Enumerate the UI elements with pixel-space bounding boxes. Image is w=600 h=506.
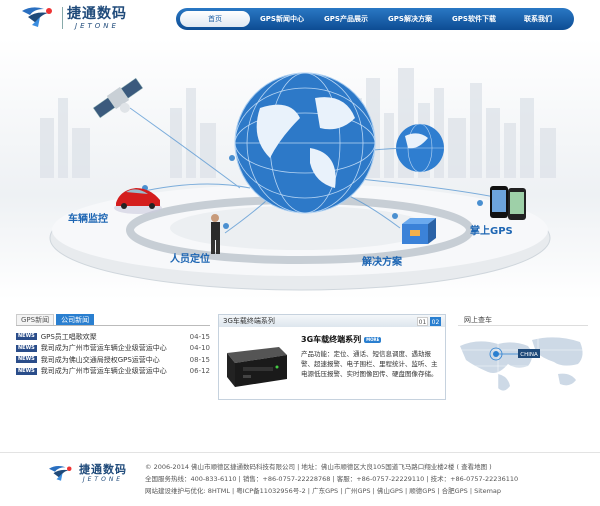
product-header: 3G车载终端系列 01 02 (219, 315, 445, 327)
map-china-label: CHINA (520, 352, 538, 358)
logo-name-en: JETONE (75, 22, 119, 30)
nav-home[interactable]: 首页 (180, 11, 250, 27)
vehicle-terminal-image[interactable] (223, 335, 289, 391)
news-badge: NEWS (16, 367, 37, 375)
tab-company-news[interactable]: 公司新闻 (56, 314, 95, 325)
site-logo[interactable]: 捷通数码 JETONE (18, 5, 127, 31)
news-panel: GPS新闻 公司新闻 NEWS GPS员工唱歌欢聚 04-15 NEWS 我司成… (16, 314, 210, 384)
world-map-icon[interactable]: CHINA (458, 326, 588, 398)
footer-logo-name-cn: 捷通数码 (79, 463, 127, 476)
pager-page-1[interactable]: 01 (417, 316, 428, 326)
nav-solutions[interactable]: GPS解决方案 (378, 14, 442, 24)
news-date: 04-10 (189, 344, 210, 353)
product-pager: 01 02 (417, 316, 441, 326)
product-name[interactable]: 3G车载终端系列 (301, 334, 361, 345)
logo-mark-icon (22, 7, 52, 27)
news-list: NEWS GPS员工唱歌欢聚 04-15 NEWS 我司成为广州市营运车辆企业级… (16, 331, 210, 377)
news-title[interactable]: 我司成为广州市营运车辆企业级营运中心 (41, 366, 190, 376)
vehicle-terminal-icon (227, 347, 287, 387)
small-globe-icon (396, 123, 444, 173)
map-title: 网上查车 (458, 314, 588, 326)
nav-news[interactable]: GPS新闻中心 (250, 14, 314, 24)
footer-links[interactable]: 网站建设维护与优化: 8HTML | 粤ICP备11032956号-2 | 广东… (145, 485, 518, 497)
footer-copyright: © 2006-2014 佛山市顺德区捷通数码科技有限公司 | 地址：佛山市顺德区… (145, 463, 492, 471)
list-item[interactable]: NEWS GPS员工唱歌欢聚 04-15 (16, 331, 210, 343)
list-item[interactable]: NEWS 我司成为佛山交通局授权GPS运营中心 08-15 (16, 354, 210, 366)
news-title[interactable]: GPS员工唱歌欢聚 (41, 332, 190, 342)
list-item[interactable]: NEWS 我司成为广州市营运车辆企业级营运中心 06-12 (16, 366, 210, 378)
hero-banner: 车辆监控 人员定位 解决方案 掌上GPS (0, 38, 600, 300)
car-icon (114, 188, 162, 214)
news-badge: NEWS (16, 356, 37, 364)
smartphone-icon (490, 186, 526, 220)
logo-name-cn: 捷通数码 (67, 6, 127, 22)
footer-logo-name-en: JETONE (82, 476, 124, 483)
news-badge: NEWS (16, 333, 37, 341)
pager-page-2[interactable]: 02 (430, 316, 441, 326)
satellite-icon (92, 77, 144, 119)
tab-gps-news[interactable]: GPS新闻 (16, 314, 55, 325)
news-date: 06-12 (189, 367, 210, 376)
nav-contact[interactable]: 联系我们 (506, 14, 570, 24)
solution-box-icon (402, 218, 436, 244)
globe-icon (234, 72, 376, 214)
list-item[interactable]: NEWS 我司成为广州市营运车辆企业级营运中心 04-10 (16, 343, 210, 355)
footer-logo-mark-icon (49, 465, 72, 481)
news-date: 04-15 (189, 332, 210, 341)
banner-label-handheld[interactable]: 掌上GPS (470, 222, 513, 237)
banner-label-person[interactable]: 人员定位 (170, 250, 210, 265)
product-showcase: 3G车载终端系列 01 02 3G车载终端系列 MORE 产品功能：定位、通话、… (218, 314, 446, 400)
main-nav: 首页 GPS新闻中心 GPS产品展示 GPS解决方案 GPS软件下载 联系我们 (176, 8, 574, 30)
banner-label-vehicle[interactable]: 车辆监控 (68, 210, 108, 225)
news-date: 08-15 (189, 355, 210, 364)
site-footer: 捷通数码 JETONE © 2006-2014 佛山市顺德区捷通数码科技有限公司… (0, 452, 600, 506)
footer-contacts: 全国服务热线：400-833-6110 | 销售：+86-0757-222287… (145, 475, 519, 483)
more-button[interactable]: MORE (364, 336, 382, 343)
online-vehicle-lookup: 网上查车 CHINA (458, 314, 588, 404)
news-badge: NEWS (16, 344, 37, 352)
hero-illustration (40, 68, 556, 291)
site-header: 捷通数码 JETONE 首页 GPS新闻中心 GPS产品展示 GPS解决方案 G… (0, 0, 600, 38)
product-header-title: 3G车载终端系列 (223, 317, 275, 325)
footer-logo[interactable]: 捷通数码 JETONE (46, 463, 127, 484)
news-title[interactable]: 我司成为佛山交通局授权GPS运营中心 (41, 355, 190, 365)
news-title[interactable]: 我司成为广州市营运车辆企业级营运中心 (41, 343, 190, 353)
product-description: 产品功能：定位、通话、短信息调度、遇劫报警、超速报警、电子围栏、里程统计、监听、… (301, 350, 438, 378)
news-tabs: GPS新闻 公司新闻 (16, 314, 210, 326)
footer-info: © 2006-2014 佛山市顺德区捷通数码科技有限公司 | 地址：佛山市顺德区… (145, 461, 518, 497)
nav-downloads[interactable]: GPS软件下载 (442, 14, 506, 24)
nav-products[interactable]: GPS产品展示 (314, 14, 378, 24)
logo-divider (62, 7, 63, 29)
banner-label-solution[interactable]: 解决方案 (362, 253, 402, 268)
